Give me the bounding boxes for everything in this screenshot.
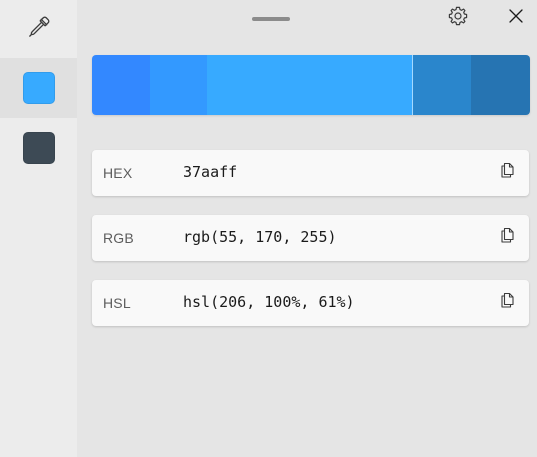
shade-darker-1[interactable] bbox=[150, 55, 207, 115]
copy-icon bbox=[500, 162, 515, 183]
shade-main[interactable] bbox=[207, 55, 413, 115]
color-swatch bbox=[22, 72, 55, 104]
hsl-format-card: HSL hsl(206, 100%, 61%) bbox=[92, 280, 529, 326]
shade-lighter-2[interactable] bbox=[471, 55, 530, 115]
history-item-2[interactable] bbox=[0, 118, 77, 178]
history-item-1[interactable] bbox=[0, 58, 77, 118]
color-shades-bar bbox=[92, 55, 530, 115]
hsl-label: HSL bbox=[103, 295, 131, 311]
close-icon bbox=[509, 8, 523, 28]
copy-rgb-button[interactable] bbox=[498, 227, 516, 248]
hex-value[interactable]: 37aaff bbox=[183, 163, 237, 181]
history-list bbox=[0, 58, 77, 178]
shade-lighter-1[interactable] bbox=[413, 55, 471, 115]
copy-icon bbox=[500, 227, 515, 248]
copy-icon bbox=[500, 292, 515, 313]
hsl-value[interactable]: hsl(206, 100%, 61%) bbox=[183, 293, 355, 311]
hex-label: HEX bbox=[103, 165, 133, 181]
color-history-sidebar bbox=[0, 0, 77, 457]
rgb-value[interactable]: rgb(55, 170, 255) bbox=[183, 228, 337, 246]
eyedropper-icon bbox=[28, 16, 50, 43]
gear-icon bbox=[448, 6, 468, 31]
settings-button[interactable] bbox=[444, 4, 472, 32]
shade-darker-2[interactable] bbox=[92, 55, 150, 115]
hex-format-card: HEX 37aaff bbox=[92, 150, 529, 196]
color-picker-button[interactable] bbox=[0, 0, 77, 58]
close-button[interactable] bbox=[502, 4, 530, 32]
rgb-format-card: RGB rgb(55, 170, 255) bbox=[92, 215, 529, 261]
copy-hex-button[interactable] bbox=[498, 162, 516, 183]
rgb-label: RGB bbox=[103, 230, 134, 246]
copy-hsl-button[interactable] bbox=[498, 292, 516, 313]
color-swatch bbox=[22, 132, 55, 164]
drag-handle[interactable] bbox=[252, 17, 290, 21]
